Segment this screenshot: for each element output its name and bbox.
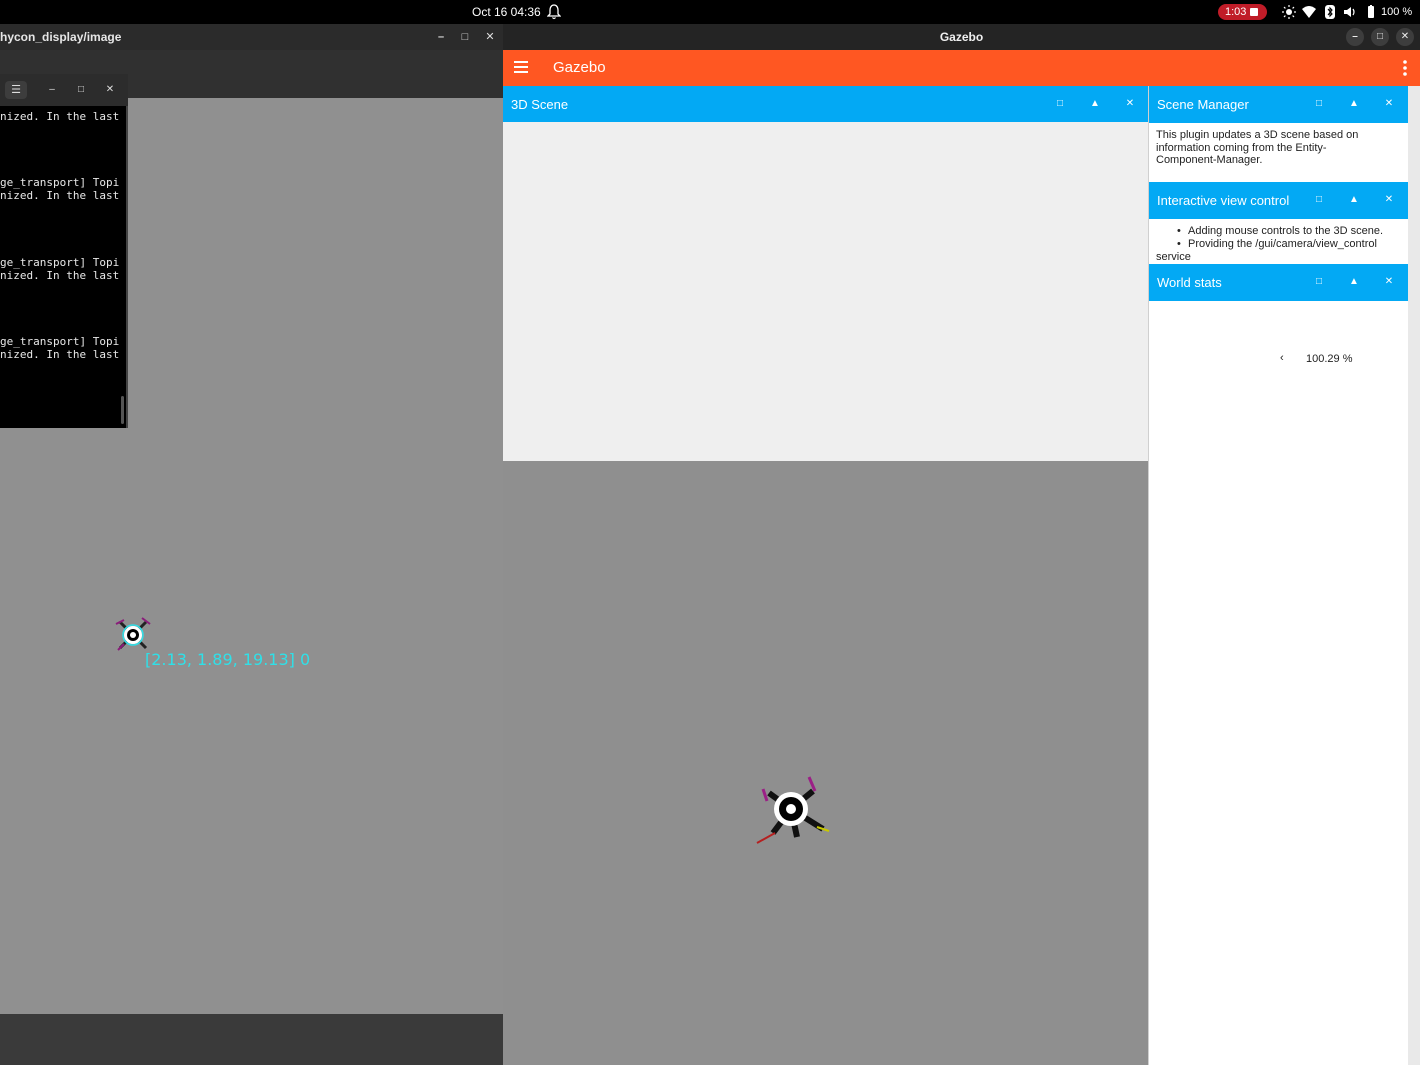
screen-recording-indicator[interactable]: 1:03 <box>1218 4 1267 20</box>
gazebo-maximize-button[interactable]: □ <box>1371 28 1389 46</box>
terminal-line: nized. In the last <box>0 348 120 361</box>
gazebo-window: Gazebo – □ ✕ Gazebo 3D Scene □ ▲ ✕ Scene… <box>503 24 1420 1065</box>
view-control-title: Interactive view control <box>1157 193 1290 208</box>
terminal-window[interactable]: ☰ – □ ✕ nized. In the last ge_transport]… <box>0 74 128 428</box>
world-stats-close-button[interactable]: ✕ <box>1381 274 1397 290</box>
scene-panel-title: 3D Scene <box>511 97 569 112</box>
scene-panel-header[interactable]: 3D Scene □ ▲ ✕ <box>503 86 1148 123</box>
gazebo-close-button[interactable]: ✕ <box>1396 28 1414 46</box>
world-stats-row: ‹ 100.29 % <box>1149 352 1409 372</box>
scene-sky-area[interactable] <box>503 122 1148 461</box>
plugin-sidebar: Scene Manager □ ▲ ✕ This plugin updates … <box>1148 86 1409 1065</box>
view-control-continuation: service <box>1156 251 1191 263</box>
volume-icon[interactable] <box>1343 5 1357 19</box>
bluetooth-icon[interactable] <box>1323 5 1337 19</box>
terminal-line: ge_transport] Topi <box>0 256 120 269</box>
world-stats-collapse-button[interactable]: ▲ <box>1346 274 1362 290</box>
battery-percent: 100 % <box>1381 6 1413 18</box>
view-control-collapse-button[interactable]: ▲ <box>1346 192 1362 208</box>
scene-panel-close-button[interactable]: ✕ <box>1122 96 1138 112</box>
bell-icon[interactable] <box>547 4 561 20</box>
scene-manager-header[interactable]: Scene Manager □ ▲ ✕ <box>1149 86 1409 123</box>
drone-position-label: [2.13, 1.89, 19.13] 0 <box>145 650 311 669</box>
terminal-line: nized. In the last <box>0 110 120 123</box>
image-view-window: hycon_display/image – □ ✕ [2.13, 1.89, 1… <box>0 24 503 1065</box>
system-top-bar: Oct 16 04:36 1:03 100 % <box>0 0 1420 24</box>
chevron-left-icon[interactable]: ‹ <box>1280 352 1284 364</box>
brightness-icon[interactable] <box>1282 5 1296 19</box>
view-control-float-button[interactable]: □ <box>1311 192 1327 208</box>
world-stats-float-button[interactable]: □ <box>1311 274 1327 290</box>
terminal-menu-button[interactable]: ☰ <box>5 81 27 99</box>
stop-recording-icon[interactable] <box>1250 8 1258 16</box>
terminal-maximize-button[interactable]: □ <box>72 81 90 99</box>
terminal-minimize-button[interactable]: – <box>43 81 61 99</box>
terminal-line: ge_transport] Topi <box>0 335 120 348</box>
gazebo-minimize-button[interactable]: – <box>1346 28 1364 46</box>
sidebar-scrollbar[interactable] <box>1408 86 1420 1065</box>
terminal-headerbar[interactable]: ☰ – □ ✕ <box>0 74 128 106</box>
view-control-bullet: Providing the /gui/camera/view_control <box>1188 238 1377 250</box>
wifi-icon[interactable] <box>1302 5 1316 19</box>
gazebo-app-bar: Gazebo <box>503 50 1420 86</box>
terminal-close-button[interactable]: ✕ <box>101 81 119 99</box>
view-control-header[interactable]: Interactive view control □ ▲ ✕ <box>1149 182 1409 219</box>
terminal-scrollbar[interactable] <box>121 396 124 424</box>
scene-panel-float-button[interactable]: □ <box>1052 96 1068 112</box>
world-stats-header[interactable]: World stats □ ▲ ✕ <box>1149 264 1409 301</box>
scene-manager-float-button[interactable]: □ <box>1311 96 1327 112</box>
real-time-factor: 100.29 % <box>1306 353 1353 365</box>
drone-model[interactable] <box>753 771 833 851</box>
scene-manager-description: This plugin updates a 3D scene based on … <box>1156 129 1359 166</box>
world-stats-title: World stats <box>1157 275 1222 290</box>
scene-manager-collapse-button[interactable]: ▲ <box>1346 96 1362 112</box>
view-control-close-button[interactable]: ✕ <box>1381 192 1397 208</box>
scene-manager-title: Scene Manager <box>1157 97 1249 112</box>
gazebo-titlebar[interactable]: Gazebo – □ ✕ <box>503 24 1420 50</box>
terminal-line: ge_transport] Topi <box>0 176 120 189</box>
scene-manager-close-button[interactable]: ✕ <box>1381 96 1397 112</box>
view-control-bullet: Adding mouse controls to the 3D scene. <box>1188 225 1384 237</box>
bullet-dot: • <box>1177 225 1181 237</box>
image-window-titlebar[interactable]: hycon_display/image – □ ✕ <box>0 24 503 50</box>
recording-time: 1:03 <box>1225 6 1247 18</box>
image-window-statusbar <box>0 1014 503 1065</box>
terminal-line: nized. In the last <box>0 269 120 282</box>
scene-panel-collapse-button[interactable]: ▲ <box>1087 96 1103 112</box>
scene-ground-area[interactable] <box>503 461 1148 1065</box>
datetime[interactable]: Oct 16 04:36 <box>472 5 541 19</box>
image-window-title: hycon_display/image <box>0 30 122 44</box>
maximize-button[interactable]: □ <box>456 28 474 46</box>
close-button[interactable]: ✕ <box>481 28 499 46</box>
kebab-icon[interactable] <box>1402 59 1408 77</box>
battery-icon[interactable] <box>1364 5 1378 19</box>
terminal-line: nized. In the last <box>0 189 120 202</box>
hamburger-icon[interactable] <box>513 59 529 75</box>
app-title: Gazebo <box>553 59 606 76</box>
minimize-button[interactable]: – <box>432 28 450 46</box>
bullet-dot: • <box>1177 238 1181 250</box>
gazebo-window-title: Gazebo <box>939 30 984 44</box>
